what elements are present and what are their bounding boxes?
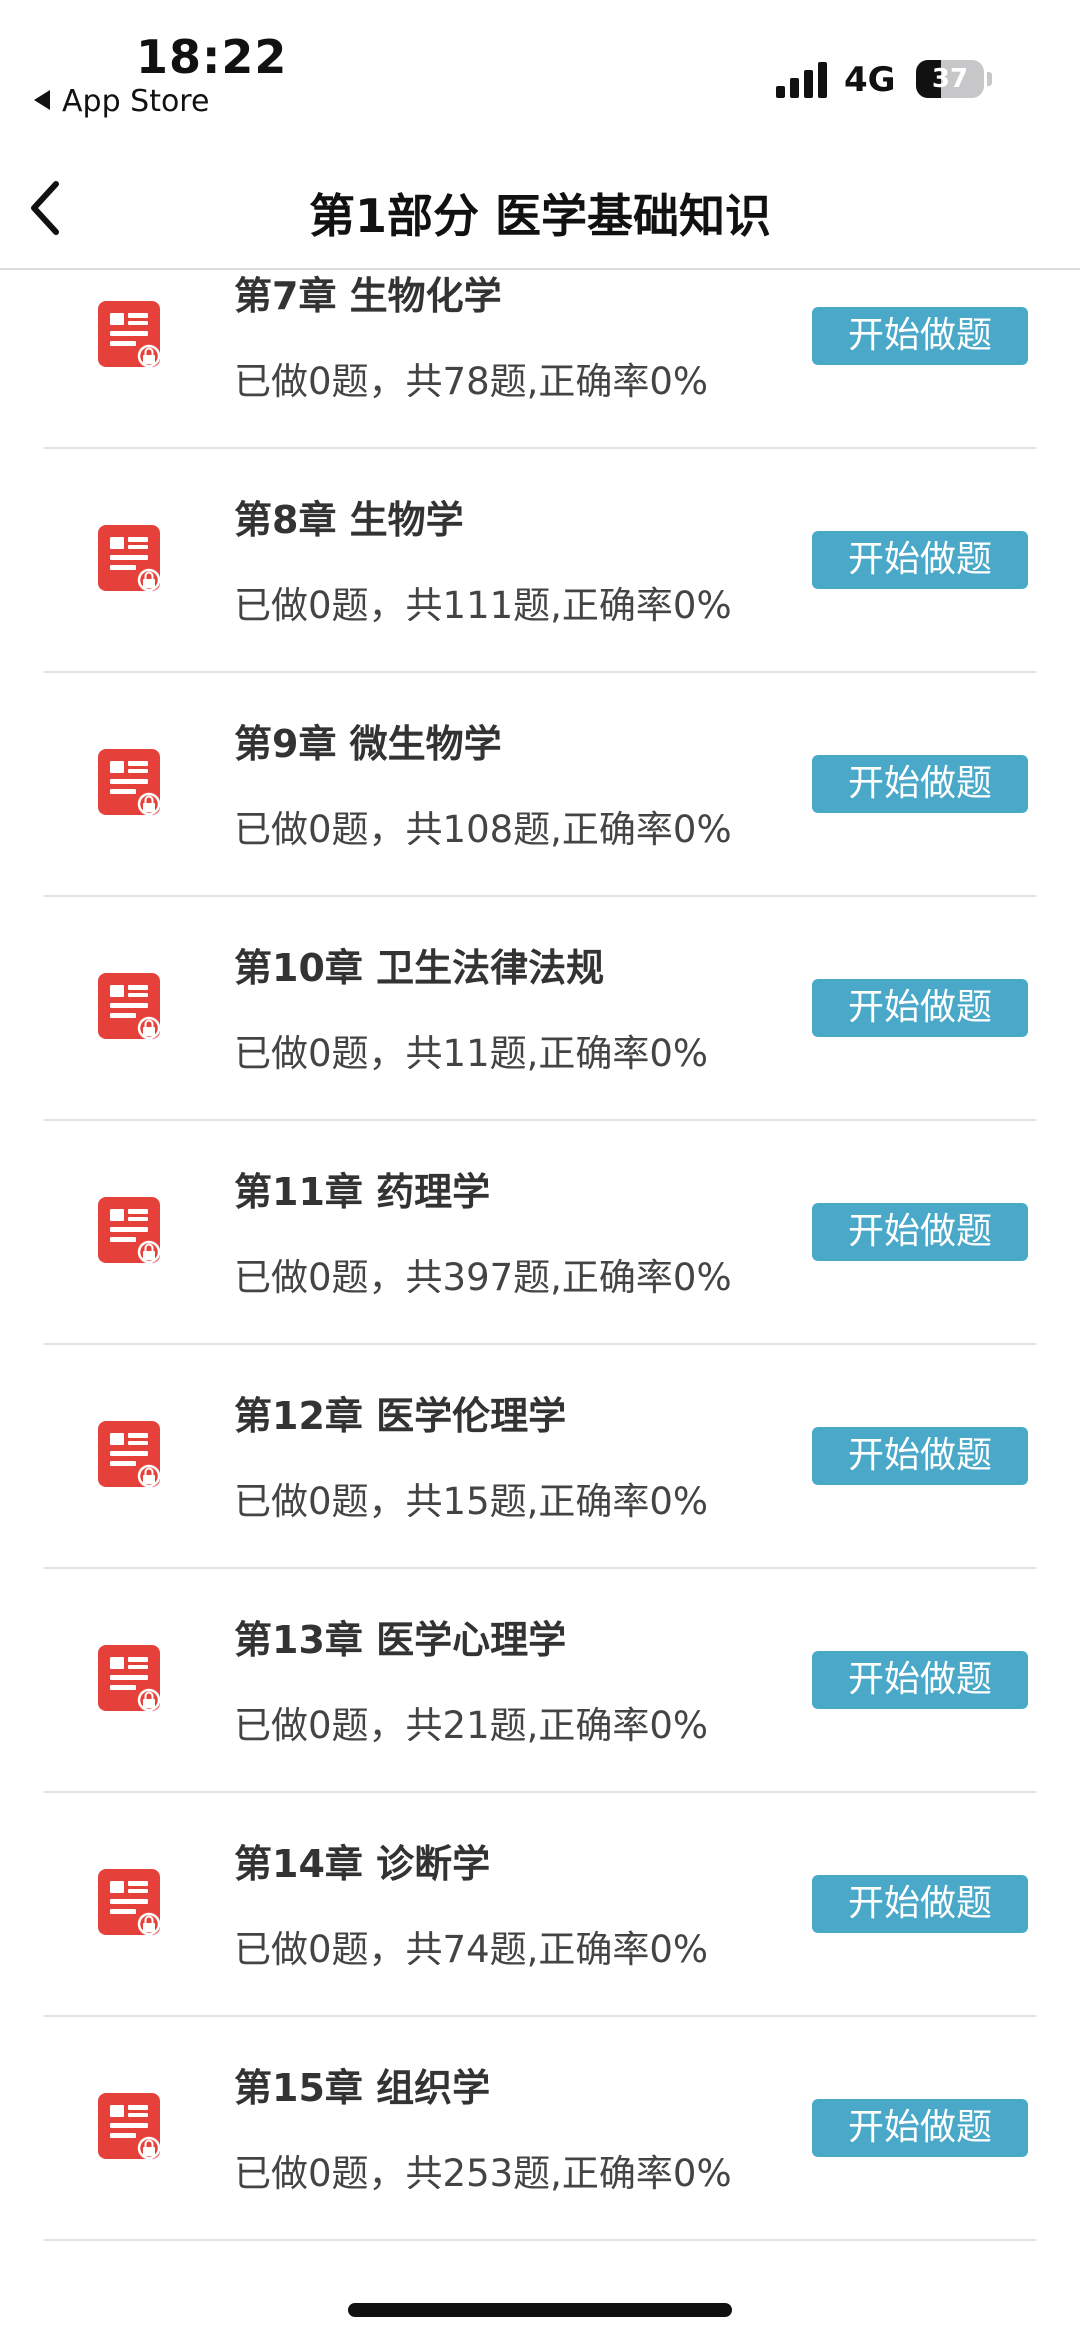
back-app-label: App Store	[62, 84, 210, 119]
battery-percent: 37	[931, 64, 969, 94]
chapter-row[interactable]: 第13章 医学心理学已做0题，共21题,正确率0% 开始做题	[44, 1567, 1036, 1793]
locked-document-icon	[98, 1197, 161, 1264]
chapter-progress: 已做0题，共108题,正确率0%	[234, 808, 732, 851]
chapter-icon	[98, 969, 161, 1043]
locked-document-icon	[98, 301, 161, 368]
locked-document-icon	[98, 973, 161, 1040]
chapter-title: 第9章 微生物学	[234, 722, 502, 766]
chapter-row[interactable]: 第11章 药理学已做0题，共397题,正确率0% 开始做题	[44, 1119, 1036, 1345]
back-to-app-link[interactable]: App Store	[34, 84, 209, 119]
chapter-title: 第12章 医学伦理学	[234, 1394, 567, 1438]
start-practice-button[interactable]: 开始做题	[812, 1427, 1028, 1485]
cellular-signal-icon	[776, 62, 830, 98]
network-type: 4G	[844, 60, 896, 100]
chapter-title: 第11章 药理学	[234, 1170, 491, 1214]
chapter-icon	[98, 1193, 161, 1267]
chapter-row[interactable]: 第9章 微生物学已做0题，共108题,正确率0% 开始做题	[44, 671, 1036, 897]
chapter-icon	[98, 1865, 161, 1939]
chapter-progress: 已做0题，共21题,正确率0%	[234, 1704, 709, 1747]
chapter-row[interactable]: 第12章 医学伦理学已做0题，共15题,正确率0% 开始做题	[44, 1343, 1036, 1569]
chapter-progress: 已做0题，共253题,正确率0%	[234, 2152, 732, 2195]
chapter-progress: 已做0题，共74题,正确率0%	[234, 1928, 709, 1971]
battery-cap	[987, 72, 992, 86]
locked-document-icon	[98, 1421, 161, 1488]
navigation-bar: 第1部分 医学基础知识	[0, 150, 1080, 270]
chapter-progress: 已做0题，共11题,正确率0%	[234, 1032, 709, 1075]
status-time: 18:22	[136, 30, 288, 84]
start-practice-button[interactable]: 开始做题	[812, 979, 1028, 1037]
start-practice-button[interactable]: 开始做题	[812, 1203, 1028, 1261]
locked-document-icon	[98, 2093, 161, 2160]
home-indicator	[348, 2303, 732, 2317]
locked-document-icon	[98, 1645, 161, 1712]
start-practice-button[interactable]: 开始做题	[812, 1875, 1028, 1933]
chapter-row[interactable]: 第8章 生物学已做0题，共111题,正确率0% 开始做题	[44, 447, 1036, 673]
battery-icon: 37	[916, 60, 984, 98]
start-practice-button[interactable]: 开始做题	[812, 531, 1028, 589]
start-practice-button[interactable]: 开始做题	[812, 1651, 1028, 1709]
chapter-icon	[98, 521, 161, 595]
start-practice-button[interactable]: 开始做题	[812, 755, 1028, 813]
chapter-row[interactable]: 第14章 诊断学已做0题，共74题,正确率0% 开始做题	[44, 1791, 1036, 2017]
chapter-progress: 已做0题，共397题,正确率0%	[234, 1256, 732, 1299]
back-triangle-icon	[34, 90, 50, 110]
locked-document-icon	[98, 749, 161, 816]
chapter-progress: 已做0题，共15题,正确率0%	[234, 1480, 709, 1523]
chapter-title: 第8章 生物学	[234, 498, 464, 542]
chapter-title: 第13章 医学心理学	[234, 1618, 567, 1662]
chapter-title: 第14章 诊断学	[234, 1842, 491, 1886]
chapter-row[interactable]: 第10章 卫生法律法规已做0题，共11题,正确率0% 开始做题	[44, 895, 1036, 1121]
chapter-title: 第10章 卫生法律法规	[234, 946, 605, 990]
app-screen: 18:22 App Store 4G 37 第1部分 医学基础知识 已做0题，共…	[0, 0, 1080, 2341]
locked-document-icon	[98, 525, 161, 592]
chapter-title: 第7章 生物化学	[234, 274, 502, 318]
locked-document-icon	[98, 1869, 161, 1936]
chapter-list[interactable]: 已做0题，共223题,正确率0%开始做题第7章 生物化学已做0题，共78题,正确…	[0, 180, 1080, 2341]
chapter-icon	[98, 1641, 161, 1715]
start-practice-button[interactable]: 开始做题	[812, 307, 1028, 365]
chapter-progress: 已做0题，共78题,正确率0%	[234, 360, 709, 403]
chapter-title: 第15章 组织学	[234, 2066, 491, 2110]
start-practice-button[interactable]: 开始做题	[812, 2099, 1028, 2157]
chapter-icon	[98, 745, 161, 819]
chapter-progress: 已做0题，共111题,正确率0%	[234, 584, 732, 627]
chapter-icon	[98, 1417, 161, 1491]
chapter-row[interactable]: 第15章 组织学已做0题，共253题,正确率0% 开始做题	[44, 2015, 1036, 2241]
status-bar: 18:22 App Store 4G 37	[0, 0, 1080, 150]
chapter-icon	[98, 297, 161, 371]
chapter-icon	[98, 2089, 161, 2163]
page-title: 第1部分 医学基础知识	[308, 189, 772, 243]
